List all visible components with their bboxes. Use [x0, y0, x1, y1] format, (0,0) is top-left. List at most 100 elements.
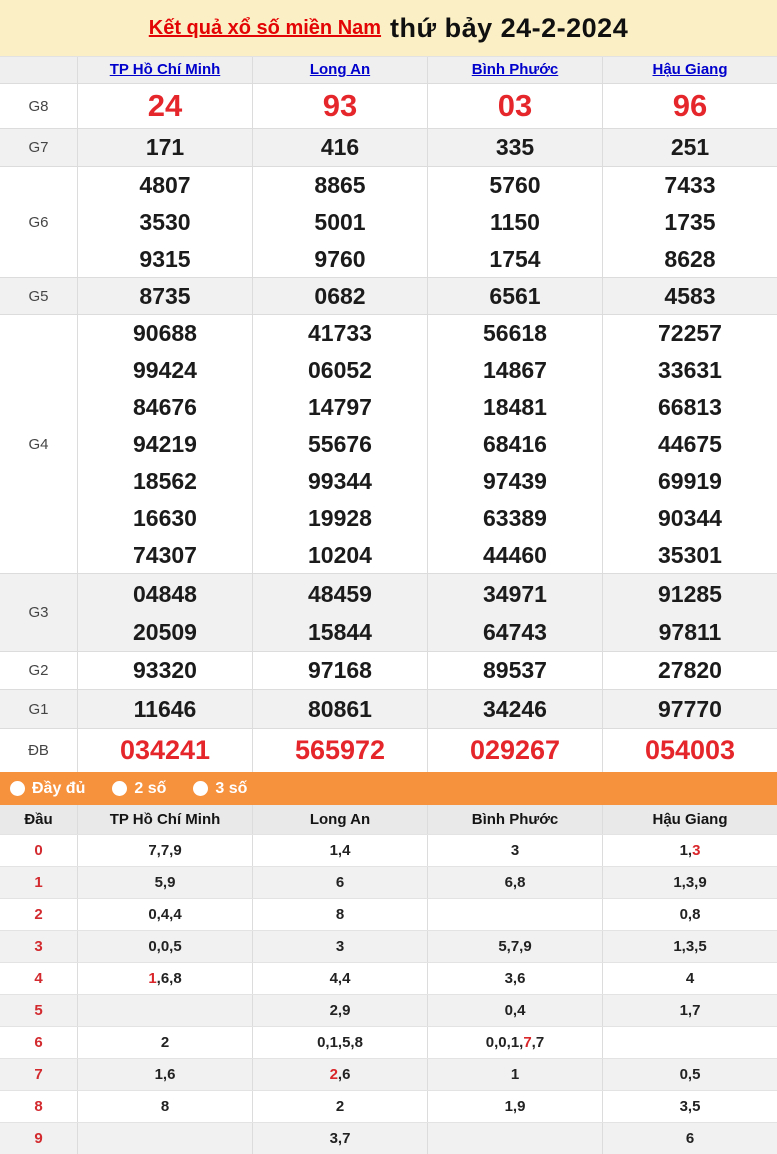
- filter-option-label: 3 số: [215, 780, 247, 798]
- radio-icon[interactable]: [193, 781, 208, 796]
- result-cell: 97168: [252, 652, 427, 689]
- tails-cell: 1,3,5: [602, 931, 777, 962]
- tails-cell: 2: [77, 1027, 252, 1058]
- tails-cell: 1,6: [77, 1059, 252, 1090]
- tails-cell: 6: [252, 867, 427, 898]
- result-number: 93: [323, 84, 357, 128]
- tail-digits: 0,8: [680, 906, 701, 923]
- tail-digits: 4,4: [330, 970, 351, 987]
- result-number: 97811: [659, 613, 722, 651]
- province-header-cell: Long An: [252, 805, 427, 834]
- result-number: 44460: [483, 537, 547, 574]
- result-number: 7433: [664, 167, 715, 204]
- result-number: 10204: [308, 537, 372, 574]
- tail-digits: 1,4: [330, 842, 351, 859]
- tail-digits: 3,5: [680, 1098, 701, 1115]
- result-number: 251: [671, 129, 709, 166]
- prize-row-G6: G648073530931588655001976057601150175474…: [0, 166, 777, 277]
- tails-cell: 2,6: [252, 1059, 427, 1090]
- province-link[interactable]: Long An: [310, 57, 370, 83]
- tail-digits: 2: [336, 1098, 344, 1115]
- province-link[interactable]: TP Hồ Chí Minh: [110, 57, 221, 83]
- tail-digits: 6: [336, 874, 344, 891]
- radio-icon[interactable]: [10, 781, 25, 796]
- tails-cell: 2,9: [252, 995, 427, 1026]
- result-cell: 11646: [77, 690, 252, 728]
- prize-row-G3: G304848205094845915844349716474391285978…: [0, 573, 777, 651]
- tail-digits: 1,: [680, 842, 693, 859]
- result-number: 99424: [133, 352, 197, 389]
- result-number: 20509: [133, 613, 197, 651]
- filter-option-full[interactable]: Đầy đủ: [10, 780, 85, 798]
- radio-icon[interactable]: [112, 781, 127, 796]
- tails-row-8: 8821,93,5: [0, 1090, 777, 1122]
- result-number: 34971: [483, 575, 547, 613]
- result-number: 74307: [133, 537, 197, 574]
- result-cell: 56618148671848168416974396338944460: [427, 315, 602, 573]
- tails-cell: 0,4,4: [77, 899, 252, 930]
- result-number: 034241: [120, 729, 210, 772]
- prize-row-G2: G293320971688953727820: [0, 651, 777, 689]
- result-number: 3530: [139, 204, 190, 241]
- result-number: 94219: [133, 426, 197, 463]
- tail-digit-highlighted: 2: [330, 1066, 338, 1083]
- province-link[interactable]: Bình Phước: [472, 57, 559, 83]
- result-cell: 0484820509: [77, 574, 252, 651]
- tails-row-7: 71,62,610,5: [0, 1058, 777, 1090]
- tails-row-6: 620,1,5,80,0,1,7,7: [0, 1026, 777, 1058]
- result-number: 18562: [133, 463, 197, 500]
- tail-digits: 0,4,4: [148, 906, 181, 923]
- tails-cell: 6: [602, 1123, 777, 1154]
- result-cell: 4583: [602, 278, 777, 314]
- tails-cell: 6,8: [427, 867, 602, 898]
- result-number: 6561: [489, 278, 540, 314]
- tail-digits: 2,9: [330, 1002, 351, 1019]
- result-cell: 93320: [77, 652, 252, 689]
- result-number: 4807: [139, 167, 190, 204]
- tails-digit-label: 1: [0, 867, 77, 898]
- result-number: 14867: [483, 352, 547, 389]
- prize-row-G5: G58735068265614583: [0, 277, 777, 314]
- tail-digits: 3: [336, 938, 344, 955]
- result-cell: 3497164743: [427, 574, 602, 651]
- tails-cell: 0,4: [427, 995, 602, 1026]
- result-cell: 029267: [427, 729, 602, 772]
- result-number: 9760: [314, 241, 365, 278]
- tails-digit-label: 9: [0, 1123, 77, 1154]
- tail-digits: 3: [511, 842, 519, 859]
- result-number: 90344: [658, 500, 722, 537]
- prize-label: ĐB: [0, 729, 77, 772]
- tail-digits: 1,3,9: [673, 874, 706, 891]
- tails-digit-label: 8: [0, 1091, 77, 1122]
- result-number: 416: [321, 129, 359, 166]
- prize-label: G7: [0, 129, 77, 166]
- result-number: 565972: [295, 729, 385, 772]
- tail-digits: 1,9: [505, 1098, 526, 1115]
- result-number: 9315: [139, 241, 190, 278]
- tails-cell: [427, 1123, 602, 1154]
- result-number: 1754: [489, 241, 540, 278]
- prize-label: G1: [0, 690, 77, 728]
- tails-cell: 1,3,9: [602, 867, 777, 898]
- tails-cell: 0,0,5: [77, 931, 252, 962]
- result-number: 96: [673, 84, 707, 128]
- tails-cell: 3: [252, 931, 427, 962]
- filter-option-2-digits[interactable]: 2 số: [112, 780, 166, 798]
- province-header-cell: Long An: [252, 57, 427, 83]
- filter-option-3-digits[interactable]: 3 số: [193, 780, 247, 798]
- result-cell: 27820: [602, 652, 777, 689]
- tails-cell: 1,9: [427, 1091, 602, 1122]
- province-link[interactable]: Hậu Giang: [652, 57, 727, 83]
- result-number: 5001: [314, 204, 365, 241]
- tails-cell: 1,4: [252, 835, 427, 866]
- tails-header-row: ĐầuTP Hồ Chí MinhLong AnBình PhướcHậu Gi…: [0, 805, 777, 834]
- result-number: 029267: [470, 729, 560, 772]
- result-cell: 416: [252, 129, 427, 166]
- result-cell: 80861: [252, 690, 427, 728]
- tails-digit-label: 5: [0, 995, 77, 1026]
- result-number: 69919: [658, 463, 722, 500]
- region-title-link[interactable]: Kết quả xổ số miền Nam: [149, 17, 381, 40]
- tails-row-0: 07,7,91,431,3: [0, 834, 777, 866]
- result-number: 84676: [133, 389, 197, 426]
- tails-row-4: 41,6,84,43,64: [0, 962, 777, 994]
